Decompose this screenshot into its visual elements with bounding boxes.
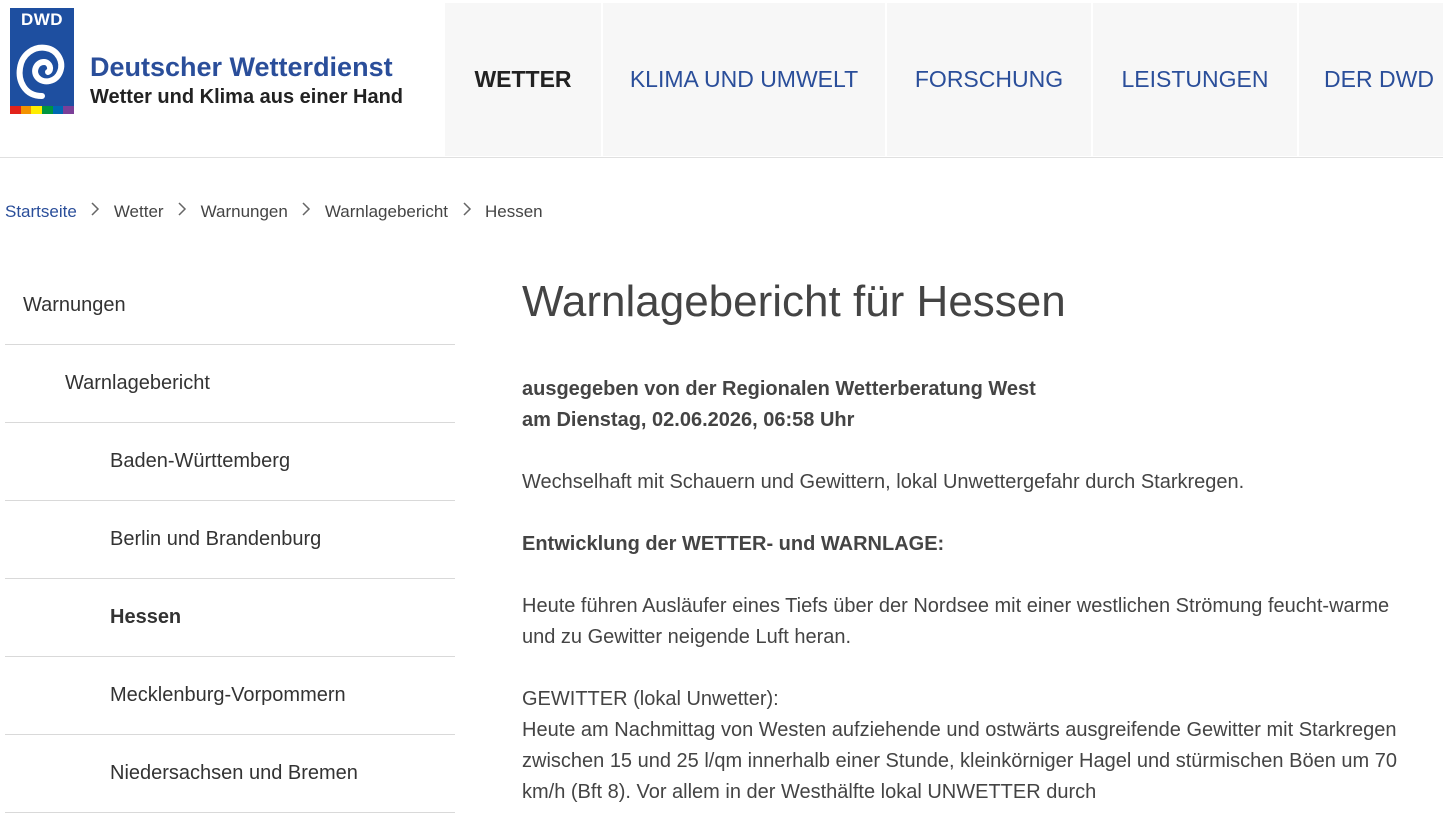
development-heading: Entwicklung der WETTER- und WARNLAGE: (522, 533, 945, 555)
logo-badge: DWD (10, 8, 75, 114)
chevron-right-icon (448, 201, 485, 222)
gewitter-title: GEWITTER (lokal Unwetter): (522, 688, 779, 710)
dwd-logo[interactable]: DWD Deutscher Wetterdienst Wetter und Kl… (10, 8, 420, 118)
site-header: DWD Deutscher Wetterdienst Wetter und Kl… (0, 0, 1443, 158)
sidebar-item-warnlagebericht[interactable]: Warnlagebericht (5, 345, 455, 423)
gewitter-text: Heute am Nachmittag von Westen aufziehen… (522, 719, 1397, 803)
main-content: Warnlagebericht für Hessen ausgegeben vo… (522, 276, 1402, 808)
summary-text: Wechselhaft mit Schauern und Gewittern, … (522, 471, 1245, 493)
breadcrumb: Startseite Wetter Warnungen Warnlageberi… (5, 201, 543, 222)
nav-leistungen[interactable]: LEISTUNGEN (1093, 3, 1297, 156)
breadcrumb-wetter[interactable]: Wetter (114, 202, 164, 222)
breadcrumb-current: Hessen (485, 201, 543, 221)
issued-by: ausgegeben von der Regionalen Wetterbera… (522, 378, 1036, 400)
chevron-right-icon (164, 201, 201, 222)
sidebar-item-mecklenburg-vorpommern[interactable]: Mecklenburg-Vorpommern (5, 657, 455, 735)
rainbow-purple (63, 106, 75, 114)
sidebar-nav: Warnungen Warnlagebericht Baden-Württemb… (5, 267, 455, 813)
logo-name: Deutscher Wetterdienst (90, 52, 393, 82)
nav-wetter[interactable]: WETTER (445, 3, 601, 156)
swirl-icon (16, 44, 65, 99)
rainbow-green (42, 106, 53, 114)
rainbow-yellow (31, 106, 43, 114)
nav-forschung[interactable]: FORSCHUNG (887, 3, 1091, 156)
rainbow-red (10, 106, 21, 114)
rainbow-orange (20, 106, 32, 114)
sidebar-item-baden-wuerttemberg[interactable]: Baden-Württemberg (5, 423, 455, 501)
sidebar-item-hessen[interactable]: Hessen (5, 579, 455, 657)
sidebar-item-warnungen[interactable]: Warnungen (5, 267, 455, 345)
page-title: Warnlagebericht für Hessen (522, 277, 1066, 326)
chevron-right-icon (77, 201, 114, 222)
nav-der-dwd[interactable]: DER DWD (1299, 3, 1443, 156)
nav-klima-und-umwelt[interactable]: KLIMA UND UMWELT (603, 3, 885, 156)
breadcrumb-warnlagebericht[interactable]: Warnlagebericht (325, 202, 448, 222)
chevron-right-icon (288, 201, 325, 222)
breadcrumb-warnungen[interactable]: Warnungen (201, 202, 288, 222)
rainbow-blue (52, 106, 64, 114)
breadcrumb-startseite[interactable]: Startseite (5, 202, 77, 222)
logo-tagline: Wetter und Klima aus einer Hand (90, 86, 404, 108)
logo-badge-text: DWD (20, 10, 64, 29)
report-meta: ausgegeben von der Regionalen Wetterbera… (522, 374, 1402, 436)
main-nav: WETTER KLIMA UND UMWELT FORSCHUNG LEISTU… (445, 3, 1443, 156)
sidebar-item-berlin-brandenburg[interactable]: Berlin und Brandenburg (5, 501, 455, 579)
sidebar-item-niedersachsen-bremen[interactable]: Niedersachsen und Bremen (5, 735, 455, 813)
development-text: Heute führen Ausläufer eines Tiefs über … (522, 595, 1390, 648)
logo-rainbow (10, 106, 75, 114)
issued-at: am Dienstag, 02.06.2026, 06:58 Uhr (522, 409, 855, 431)
